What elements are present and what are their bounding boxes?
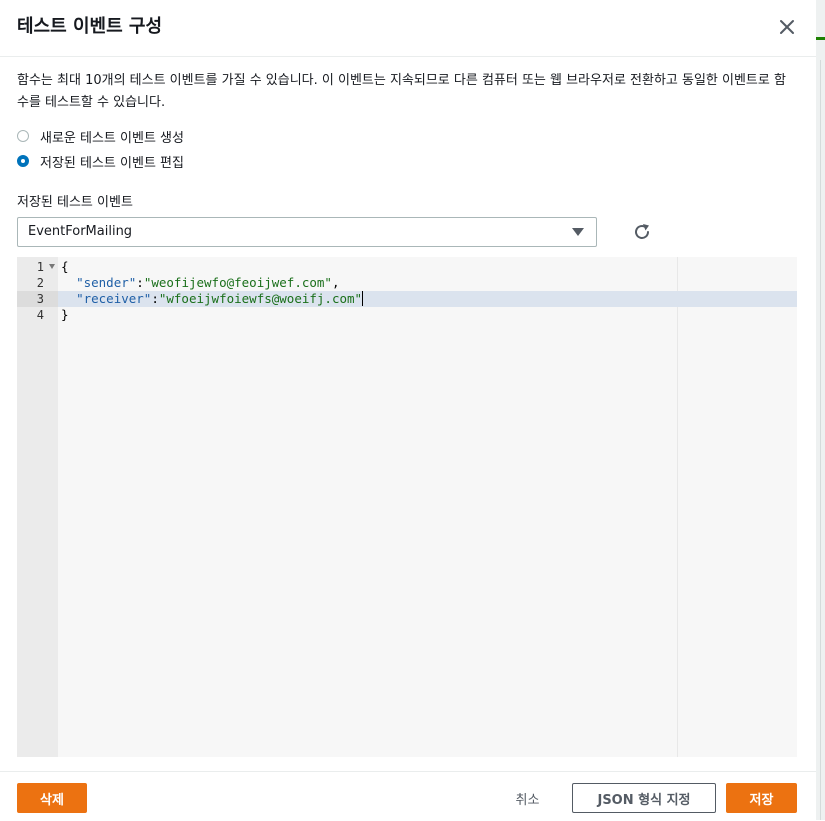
delete-button[interactable]: 삭제	[17, 783, 87, 813]
saved-event-select[interactable]: EventForMailing	[17, 217, 597, 247]
format-json-button[interactable]: JSON 형식 지정	[572, 783, 716, 813]
line-number-gutter: 1 2 3 4	[17, 257, 58, 757]
background-page-strip	[816, 0, 825, 820]
line-number: 2	[36, 276, 44, 290]
saved-events-label: 저장된 테스트 이벤트	[17, 195, 133, 210]
open-brace: {	[61, 259, 69, 274]
line-number: 4	[36, 308, 44, 322]
print-margin	[677, 257, 678, 757]
cancel-button[interactable]: 취소	[500, 783, 555, 813]
fold-arrow-icon[interactable]	[49, 264, 55, 269]
dialog-description: 함수는 최대 10개의 테스트 이벤트를 가질 수 있습니다. 이 이벤트는 지…	[17, 73, 786, 110]
code-line-3: "receiver":"wfoeijwfoiewfs@woeifj.com"	[61, 291, 364, 307]
background-divider	[820, 60, 821, 820]
radio-label: 저장된 테스트 이벤트 편집	[40, 155, 184, 171]
json-colon: :	[151, 291, 159, 306]
text-cursor	[362, 291, 364, 306]
background-status-mark	[816, 37, 825, 40]
json-code-editor[interactable]: 1 2 3 4 { "sender":"weofijewfo@feoijwef.…	[17, 257, 797, 757]
radio-label: 새로운 테스트 이벤트 생성	[40, 130, 184, 146]
gutter-line: 1	[17, 259, 58, 275]
json-key-receiver: "receiver"	[76, 291, 152, 306]
code-line-1: {	[61, 259, 69, 275]
configure-test-event-dialog: 테스트 이벤트 구성 함수는 최대 10개의 테스트 이벤트를 가질 수 있습니…	[0, 0, 816, 820]
radio-edit-saved-event[interactable]: 저장된 테스트 이벤트 편집	[17, 151, 184, 171]
saved-event-select-value: EventForMailing	[28, 224, 133, 239]
json-value-sender: "weofijewfo@feoijwef.com"	[143, 275, 332, 290]
json-key-sender: "sender"	[76, 275, 137, 290]
radio-create-new-event[interactable]: 새로운 테스트 이벤트 생성	[17, 126, 184, 146]
radio-button[interactable]	[17, 130, 29, 142]
save-button[interactable]: 저장	[726, 783, 797, 813]
gutter-line-active: 3	[17, 291, 58, 307]
radio-button-selected[interactable]	[17, 155, 29, 167]
json-value-receiver: "wfoeijwfoiewfs@woeifj.com"	[158, 291, 363, 306]
refresh-icon[interactable]	[631, 221, 653, 243]
line-number: 3	[36, 292, 44, 306]
close-brace: }	[61, 307, 69, 322]
code-line-2: "sender":"weofijewfo@feoijwef.com",	[61, 275, 340, 291]
gutter-line: 2	[17, 275, 58, 291]
close-icon[interactable]	[776, 16, 798, 38]
dialog-footer: 삭제 취소 JSON 형식 지정 저장	[0, 771, 816, 821]
code-line-4: }	[61, 307, 69, 323]
json-comma: ,	[331, 275, 340, 290]
json-colon: :	[136, 275, 144, 290]
gutter-line: 4	[17, 307, 58, 323]
line-number: 1	[36, 260, 44, 274]
caret-down-icon	[572, 228, 584, 236]
dialog-header: 테스트 이벤트 구성	[0, 0, 816, 57]
dialog-title: 테스트 이벤트 구성	[17, 16, 163, 37]
